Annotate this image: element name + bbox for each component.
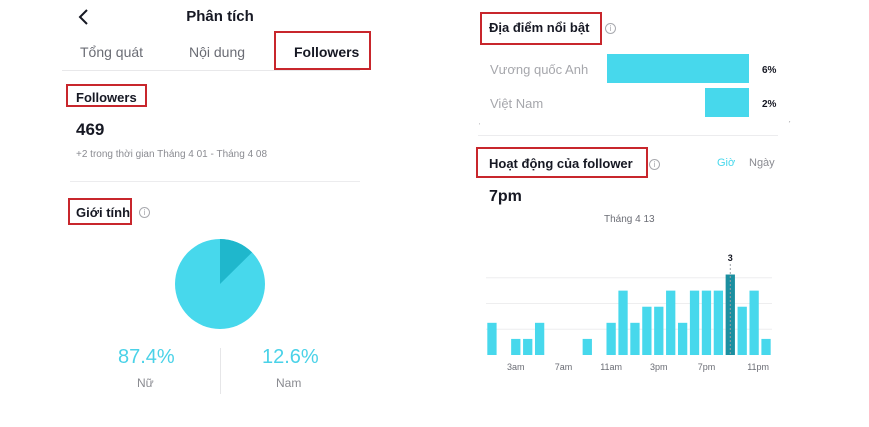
peak-time: 7pm	[489, 188, 522, 205]
x-tick-label: 11pm	[747, 362, 769, 372]
scroll-tick-left: ˌ	[478, 116, 481, 125]
annotation-box	[476, 147, 648, 178]
location-percent: 2%	[762, 99, 777, 110]
chart-bar[interactable]	[487, 322, 497, 355]
chart-bar[interactable]	[689, 290, 700, 356]
chart-bar[interactable]	[725, 274, 735, 355]
male-label: Nam	[276, 376, 302, 390]
annotation-box	[68, 198, 132, 225]
section-divider	[478, 135, 778, 136]
gender-split-divider	[220, 348, 221, 394]
scroll-tick-right: ˏ	[788, 114, 791, 123]
back-button[interactable]	[74, 6, 96, 28]
gender-pie-chart	[175, 239, 265, 329]
info-icon[interactable]: i	[139, 207, 150, 218]
chart-bar[interactable]	[761, 338, 771, 355]
chart-bar[interactable]	[666, 290, 676, 356]
female-label: Nữ	[137, 376, 154, 390]
annotation-box	[66, 84, 147, 107]
followers-count: 469	[76, 120, 105, 139]
x-tick-label: 3am	[507, 362, 525, 372]
female-percent: 87.4%	[118, 346, 175, 368]
chart-bar[interactable]	[749, 290, 759, 356]
location-name: Vương quốc Anh	[490, 62, 589, 77]
chart-bar[interactable]	[606, 322, 616, 355]
chart-bar[interactable]	[713, 290, 724, 356]
x-tick-label: 11am	[600, 362, 622, 372]
info-icon[interactable]: i	[649, 159, 660, 170]
male-percent: 12.6%	[262, 346, 319, 368]
toggle-hour[interactable]: Giờ	[717, 157, 735, 169]
location-percent: 6%	[762, 65, 777, 76]
toggle-day[interactable]: Ngày	[749, 157, 775, 169]
chart-bar[interactable]	[677, 322, 688, 355]
annotation-box	[274, 31, 371, 70]
chart-bar[interactable]	[642, 306, 652, 355]
location-bar	[607, 54, 749, 83]
chart-bar[interactable]	[737, 306, 747, 355]
chart-bar[interactable]	[582, 338, 592, 355]
tab-content[interactable]: Nội dung	[189, 44, 245, 60]
chart-bar[interactable]	[630, 322, 640, 355]
tabs-divider	[62, 70, 360, 71]
chart-bar[interactable]	[654, 306, 664, 355]
chart-bar[interactable]	[618, 290, 628, 356]
annotation-box	[480, 12, 602, 45]
x-tick-label: 7pm	[698, 362, 716, 372]
chart-date: Tháng 4 13	[604, 214, 655, 225]
tab-overview[interactable]: Tổng quát	[80, 44, 143, 60]
location-bar	[705, 88, 749, 117]
info-icon[interactable]: i	[605, 23, 616, 34]
page-title: Phân tích	[186, 8, 254, 25]
chart-bar[interactable]	[523, 338, 533, 355]
highlight-label: 3	[728, 253, 733, 263]
chart-bar[interactable]	[701, 290, 712, 356]
chevron-left-icon	[78, 9, 88, 25]
x-tick-label: 3pm	[650, 362, 668, 372]
chart-bar[interactable]	[534, 322, 545, 355]
section-divider	[70, 181, 360, 182]
x-tick-label: 7am	[555, 362, 573, 372]
activity-bar-chart: 3 3am 7am 11am 3pm 7pm 11pm	[486, 253, 772, 372]
location-name: Việt Nam	[490, 96, 544, 111]
followers-change-text: +2 trong thời gian Tháng 4 01 - Tháng 4 …	[76, 149, 268, 160]
chart-bar[interactable]	[511, 338, 521, 355]
